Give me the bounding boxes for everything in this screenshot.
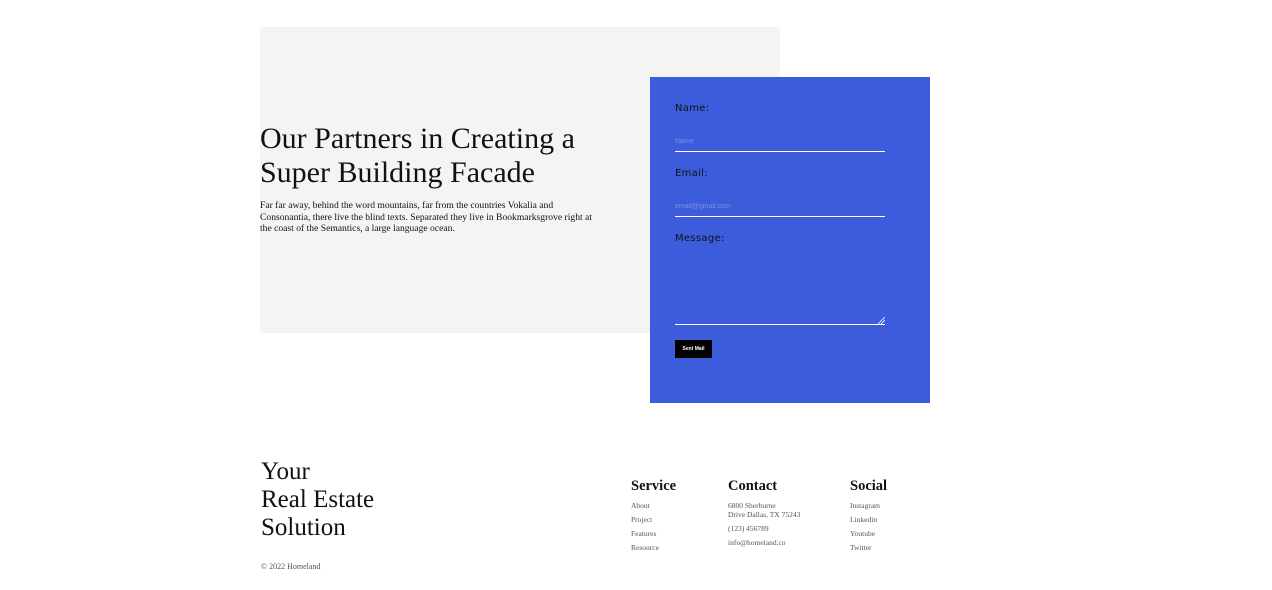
service-link-about[interactable]: About [631,501,676,510]
message-textarea[interactable] [675,249,885,325]
service-link-project[interactable]: Project [631,515,676,524]
footer-social-column: Social Instagram Linkedin Youtube Twitte… [850,478,887,557]
footer-service-column: Service About Project Features Resource [631,478,676,557]
social-link-twitter[interactable]: Twitter [850,543,887,552]
social-link-instagram[interactable]: Instagram [850,501,887,510]
hero-description: Far far away, behind the word mountains,… [260,200,592,234]
contact-form: Name: Email: Message: Sent Mail [650,77,930,403]
hero-title-line2: Super Building Facade [260,156,535,189]
address-line2: Drive Dallas, TX 75243 [728,510,801,519]
contact-heading: Contact [728,478,778,494]
address-line1: 6800 Sherburne [728,501,776,510]
email-input[interactable] [675,196,885,217]
copyright: © 2022 Homeland [261,562,321,571]
message-label: Message: [675,233,725,244]
social-link-linkedin[interactable]: Linkedin [850,515,887,524]
brand-line3: Solution [261,514,346,541]
email-label: Email: [675,168,708,179]
service-link-resource[interactable]: Resource [631,543,676,552]
name-label: Name: [675,103,710,114]
send-mail-button[interactable]: Sent Mail [675,340,712,358]
contact-address: 6800 Sherburne Drive Dallas, TX 75243 [728,501,800,519]
footer-brand: Your Real Estate Solution [261,458,374,542]
contact-phone: (123) 456789 [728,524,769,533]
social-link-youtube[interactable]: Youtube [850,529,887,538]
brand-line1: Your [261,458,310,485]
resize-grip-icon[interactable] [877,316,885,324]
brand-line2: Real Estate [261,486,375,513]
service-link-features[interactable]: Features [631,529,676,538]
social-heading: Social [850,478,888,494]
service-heading: Service [631,478,677,494]
hero-title: Our Partners in Creating a Super Buildin… [260,122,640,190]
hero-title-line1: Our Partners in Creating a [260,122,575,155]
name-input[interactable] [675,131,885,152]
contact-email-link[interactable]: info@homeland.co [728,538,800,547]
footer-contact-column: Contact 6800 Sherburne Drive Dallas, TX … [728,478,800,552]
